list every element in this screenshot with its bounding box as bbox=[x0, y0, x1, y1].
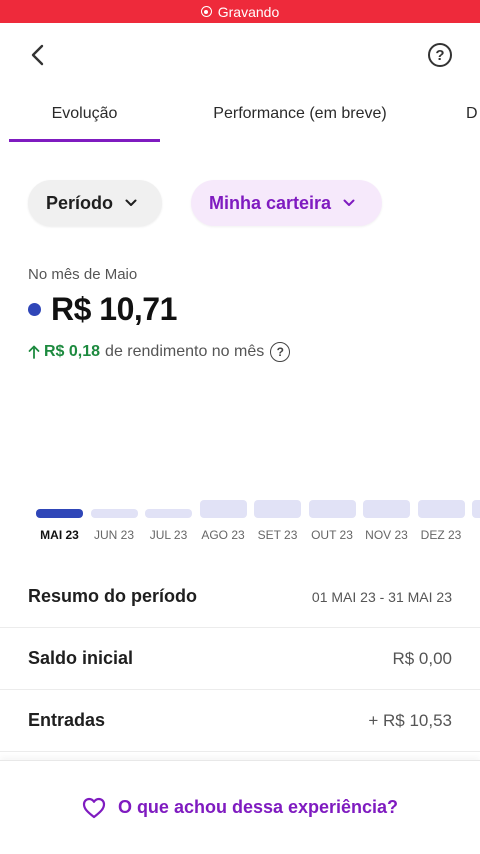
help-icon[interactable]: ? bbox=[270, 342, 291, 362]
chevron-left-icon bbox=[31, 44, 44, 66]
yield-text: de rendimento no mês bbox=[105, 343, 265, 360]
period-summary-row: Resumo do período 01 MAI 23 - 31 MAI 23 bbox=[0, 566, 480, 628]
filters: Período Minha carteira bbox=[0, 180, 480, 226]
top-nav: ? bbox=[0, 23, 480, 85]
tab-active-indicator bbox=[9, 139, 160, 142]
back-button[interactable] bbox=[24, 41, 52, 69]
chart-tick-label: SET 23 bbox=[257, 528, 298, 542]
chart-tick-label: OUT 23 bbox=[311, 528, 353, 542]
chart-tick-label: DEZ 23 bbox=[420, 528, 462, 542]
recording-bar: Gravando bbox=[0, 0, 480, 23]
chart-bar[interactable] bbox=[199, 500, 247, 518]
period-range-value: 01 MAI 23 - 31 MAI 23 bbox=[311, 588, 452, 605]
tab-evolucao[interactable]: Evolução bbox=[9, 85, 160, 143]
chart-bar[interactable] bbox=[363, 500, 410, 518]
chart-tick-label: JUL 23 bbox=[149, 528, 188, 542]
chart-bar[interactable] bbox=[36, 509, 83, 518]
arrow-up-icon bbox=[28, 345, 40, 359]
chart-tick-label: JUN 23 bbox=[93, 528, 134, 542]
chart-bar[interactable] bbox=[90, 509, 138, 518]
balance-row: R$ 10,71 bbox=[28, 291, 458, 328]
chart-bar[interactable] bbox=[254, 500, 301, 518]
wallet-filter-button[interactable]: Minha carteira bbox=[191, 180, 382, 226]
chart-tick-label: AGO 23 bbox=[201, 528, 245, 542]
balance-legend-dot bbox=[28, 303, 41, 316]
row-label: Saldo inicial bbox=[28, 648, 134, 668]
period-filter-label: Período bbox=[46, 192, 114, 213]
recording-label: Gravando bbox=[217, 3, 280, 20]
tab-performance[interactable]: Performance (em breve) bbox=[200, 85, 400, 143]
inflows-row: Entradas + R$ 10,53 bbox=[0, 690, 480, 752]
yield-up: R$ 0,18 bbox=[28, 343, 100, 361]
initial-balance-row: Saldo inicial R$ 0,00 bbox=[0, 628, 480, 690]
row-label: Resumo do período bbox=[28, 586, 198, 606]
feedback-button[interactable]: O que achou dessa experiência? bbox=[0, 760, 480, 854]
inflows-value: + R$ 10,53 bbox=[368, 710, 452, 730]
chevron-down-icon bbox=[343, 199, 355, 207]
help-icon[interactable]: ? bbox=[428, 43, 452, 67]
period-summary-list: Resumo do período 01 MAI 23 - 31 MAI 23 … bbox=[0, 566, 480, 752]
tab-partial[interactable]: D bbox=[466, 85, 480, 143]
yield-value: R$ 0,18 bbox=[44, 343, 101, 360]
chevron-down-icon bbox=[125, 199, 137, 207]
monthly-bar-chart: MAI 23 JUN 23 JUL 23 AGO 23 SET 23 OUT 23 NOV … bbox=[0, 490, 480, 550]
chart-bar-partial bbox=[472, 500, 480, 518]
wallet-filter-label: Minha carteira bbox=[209, 192, 332, 213]
chart-bar[interactable] bbox=[308, 500, 356, 518]
chart-tick-label: MAI 23 bbox=[40, 528, 79, 542]
balance-value: R$ 10,71 bbox=[51, 291, 177, 327]
feedback-label: O que achou dessa experiência? bbox=[117, 797, 399, 817]
month-label: No mês de Maio bbox=[28, 266, 138, 283]
yield-row: R$ 0,18 de rendimento no mês ? bbox=[28, 342, 458, 362]
chart-bar[interactable] bbox=[417, 500, 465, 518]
row-label: Entradas bbox=[28, 710, 106, 730]
record-icon bbox=[200, 6, 212, 17]
tab-bar: Evolução Performance (em breve) D bbox=[0, 85, 480, 143]
initial-balance-value: R$ 0,00 bbox=[392, 648, 452, 668]
balance-summary: No mês de Maio R$ 10,71 R$ 0,18 de rendi… bbox=[28, 266, 458, 362]
heart-icon bbox=[82, 797, 106, 818]
chart-tick-label: NOV 23 bbox=[365, 528, 408, 542]
chart-bar[interactable] bbox=[145, 509, 192, 518]
period-filter-button[interactable]: Período bbox=[28, 180, 162, 226]
